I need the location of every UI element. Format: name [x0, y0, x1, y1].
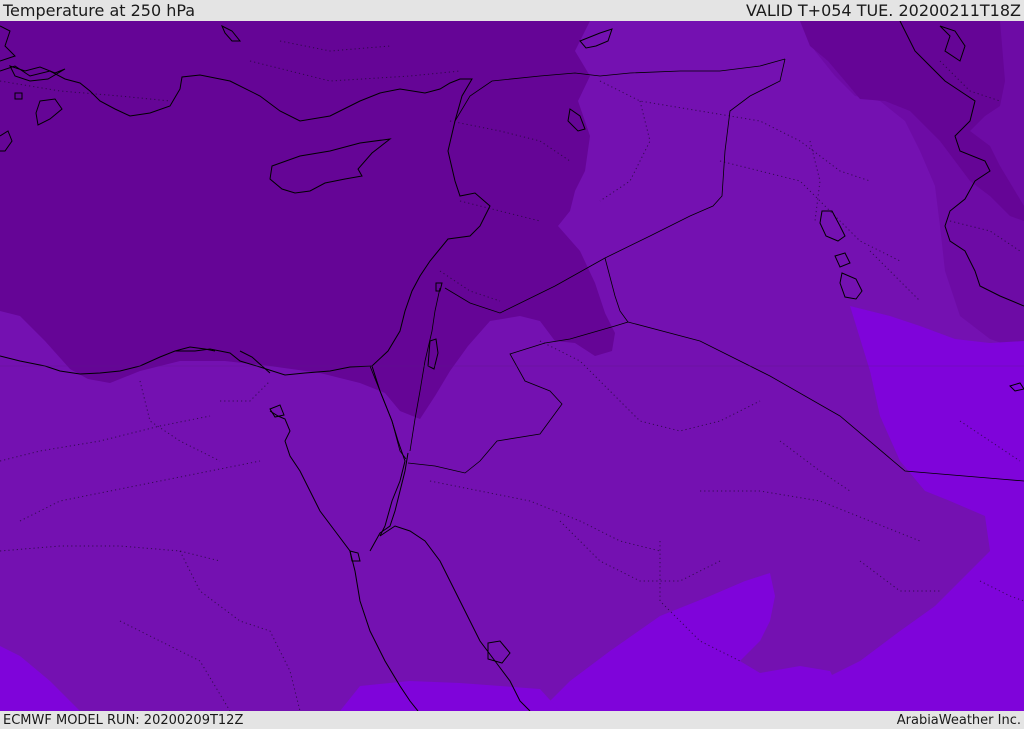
map-title: Temperature at 250 hPa	[3, 1, 196, 20]
header-bar: Temperature at 250 hPa VALID T+054 TUE. …	[0, 0, 1024, 21]
valid-time-label: VALID T+054 TUE. 20200211T18Z	[745, 1, 1021, 20]
forecast-map-page: Temperature at 250 hPa VALID T+054 TUE. …	[0, 0, 1024, 729]
temperature-map[interactable]	[0, 21, 1024, 711]
model-run-label: ECMWF MODEL RUN: 20200209T12Z	[3, 712, 244, 728]
footer-bar: ECMWF MODEL RUN: 20200209T12Z ArabiaWeat…	[0, 711, 1024, 729]
credit-label: ArabiaWeather Inc.	[896, 712, 1021, 728]
